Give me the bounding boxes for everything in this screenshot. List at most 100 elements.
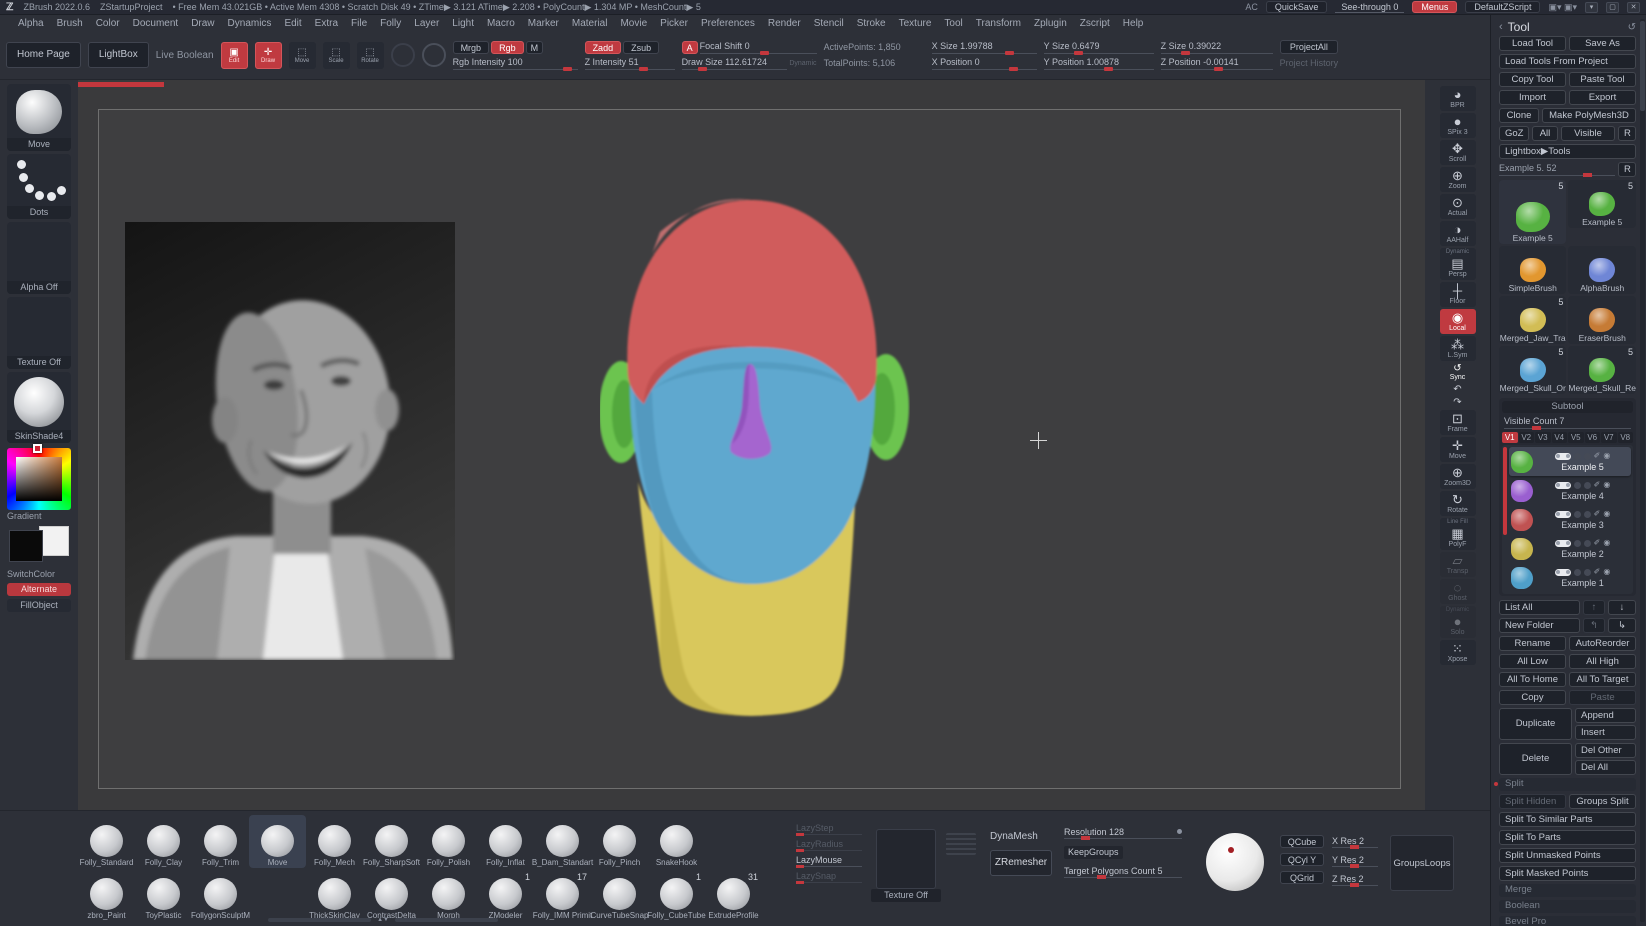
goz-visible-button[interactable]: Visible bbox=[1561, 126, 1615, 141]
load-tool-button[interactable]: Load Tool bbox=[1499, 36, 1566, 51]
brush-tray-item[interactable]: CurveTubeSnap bbox=[591, 868, 648, 921]
menu-item[interactable]: Layer bbox=[414, 18, 439, 29]
palette-icons[interactable]: ▣▾ ▣▾ bbox=[1548, 2, 1577, 13]
menu-item[interactable]: Stroke bbox=[857, 18, 886, 29]
load-tools-from-project-button[interactable]: Load Tools From Project bbox=[1499, 54, 1636, 69]
new-folder-button[interactable]: New Folder bbox=[1499, 618, 1580, 633]
keepgroups-toggle[interactable]: KeepGroups bbox=[1064, 846, 1123, 859]
all-high-button[interactable]: All High bbox=[1569, 654, 1636, 669]
menu-item[interactable]: Light bbox=[452, 18, 474, 29]
dynamic-subdiv-icon[interactable] bbox=[1574, 453, 1581, 460]
menu-item[interactable]: Dynamics bbox=[228, 18, 272, 29]
menu-item[interactable]: Folly bbox=[380, 18, 401, 29]
alternate-toggle[interactable]: Alternate bbox=[7, 583, 71, 596]
del-all-button[interactable]: Del All bbox=[1575, 760, 1636, 775]
saturation-square[interactable] bbox=[16, 457, 62, 501]
brush-tray-item[interactable]: Morph bbox=[420, 868, 477, 921]
lazy-slider[interactable]: LazyMouse bbox=[796, 855, 862, 867]
remesh-icon[interactable] bbox=[1584, 511, 1591, 518]
save-as-button[interactable]: Save As bbox=[1569, 36, 1636, 51]
see-through-slider[interactable]: See-through 0 bbox=[1335, 2, 1404, 13]
dynamic-subdiv-icon[interactable] bbox=[1574, 482, 1581, 489]
polypaint-toggle[interactable] bbox=[1555, 569, 1571, 576]
x-size-slider[interactable]: X Size 1.99788 bbox=[932, 41, 1037, 54]
gradient-label[interactable]: Gradient bbox=[7, 510, 71, 523]
stroke-tile[interactable]: Dots bbox=[7, 154, 71, 219]
alpha-tile[interactable]: Alpha Off bbox=[7, 222, 71, 294]
right-shelf-button[interactable]: ↶ bbox=[1440, 384, 1476, 395]
menu-item[interactable]: Color bbox=[96, 18, 120, 29]
eye-icon[interactable]: ◉ bbox=[1603, 510, 1610, 518]
right-shelf-button[interactable]: ⊡ Frame bbox=[1440, 410, 1476, 435]
menu-item[interactable]: Macro bbox=[487, 18, 515, 29]
close-button[interactable]: ✕ bbox=[1627, 2, 1640, 13]
x-res-slider[interactable]: X Res 2 bbox=[1332, 836, 1378, 848]
duplicate-button[interactable]: Duplicate bbox=[1499, 708, 1572, 740]
right-shelf-button[interactable]: Line Fill ▦ PolyF bbox=[1440, 518, 1476, 550]
z-size-slider[interactable]: Z Size 0.39022 bbox=[1161, 41, 1273, 54]
brush-tray-item[interactable]: Folly_SharpSoft bbox=[363, 815, 420, 868]
right-shelf-button[interactable]: ⁂ L.Sym bbox=[1440, 336, 1476, 361]
brush-tray-item[interactable]: 1 Folly_CubeTube bbox=[648, 868, 705, 921]
move-into-button[interactable]: ↳ bbox=[1608, 618, 1636, 633]
texture-off-label[interactable]: Texture Off bbox=[871, 889, 941, 902]
brush-tray-item[interactable]: ToyPlastic bbox=[135, 868, 192, 921]
resolution-slider[interactable]: Resolution 128 bbox=[1064, 827, 1182, 839]
menu-item[interactable]: Preferences bbox=[701, 18, 755, 29]
paint-icon[interactable]: ✐ bbox=[1594, 510, 1601, 518]
copy-subtool-button[interactable]: Copy bbox=[1499, 690, 1566, 705]
menu-item[interactable]: Texture bbox=[899, 18, 932, 29]
eye-icon[interactable]: ◉ bbox=[1603, 568, 1610, 576]
eye-icon[interactable]: ◉ bbox=[1603, 452, 1610, 460]
right-shelf-button[interactable]: ✛ Move bbox=[1440, 437, 1476, 462]
right-shelf-button[interactable]: Dynamic ● Solo bbox=[1440, 606, 1476, 638]
paint-icon[interactable]: ✐ bbox=[1594, 481, 1601, 489]
all-to-target-button[interactable]: All To Target bbox=[1569, 672, 1636, 687]
menu-item[interactable]: Alpha bbox=[18, 18, 44, 29]
boolean-section-header[interactable]: Boolean bbox=[1499, 900, 1636, 913]
right-shelf-button[interactable]: ⁙ Xpose bbox=[1440, 640, 1476, 665]
right-shelf-button[interactable]: ↻ Rotate bbox=[1440, 491, 1476, 516]
right-shelf-button[interactable]: ┼ Floor bbox=[1440, 282, 1476, 307]
brush-tray-item[interactable]: ContrastDelta bbox=[363, 868, 420, 921]
menu-item[interactable]: Transform bbox=[976, 18, 1021, 29]
right-shelf-button[interactable]: ◕ BPR bbox=[1440, 86, 1476, 111]
all-low-button[interactable]: All Low bbox=[1499, 654, 1566, 669]
subtool-row[interactable]: ✐ ◉ Example 5 bbox=[1509, 447, 1631, 476]
lazy-slider[interactable]: LazyStep bbox=[796, 823, 862, 835]
subtool-row[interactable]: ✐ ◉ Example 2 bbox=[1509, 534, 1631, 563]
right-shelf-button[interactable]: ◉ Local bbox=[1440, 309, 1476, 334]
remesh-icon[interactable] bbox=[1584, 482, 1591, 489]
merge-section-header[interactable]: Merge bbox=[1499, 884, 1636, 897]
active-tool-slider[interactable]: Example 5. 52 bbox=[1499, 162, 1615, 176]
remesh-icon[interactable] bbox=[1584, 453, 1591, 460]
move-mode-button[interactable]: ⬚Move bbox=[289, 42, 316, 69]
lightbox-button[interactable]: LightBox bbox=[88, 42, 149, 68]
polypaint-toggle[interactable] bbox=[1555, 511, 1571, 518]
brush-tray-item[interactable]: 31 ExtrudeProfile bbox=[705, 868, 762, 921]
tray-scrollbar[interactable]: ▲▼ bbox=[268, 917, 498, 923]
brush-tray-item[interactable]: Folly_Standard bbox=[78, 815, 135, 868]
paste-tool-button[interactable]: Paste Tool bbox=[1569, 72, 1636, 87]
split-unmasked-button[interactable]: Split Unmasked Points bbox=[1499, 848, 1636, 863]
tool-thumbnail[interactable]: EraserBrush bbox=[1568, 296, 1636, 344]
mrgb-toggle[interactable]: Mrgb bbox=[453, 41, 490, 54]
primary-color-swatch[interactable] bbox=[9, 530, 43, 562]
tool-thumbnail[interactable]: SimpleBrush bbox=[1499, 246, 1566, 294]
menu-item[interactable]: Extra bbox=[315, 18, 338, 29]
qcube-button[interactable]: QCube bbox=[1280, 835, 1324, 848]
move-out-button[interactable]: ↰ bbox=[1583, 618, 1605, 633]
insert-button[interactable]: Insert bbox=[1575, 725, 1636, 740]
lazy-slider[interactable]: LazyRadius bbox=[796, 839, 862, 851]
zadd-toggle[interactable]: Zadd bbox=[585, 41, 622, 54]
document-canvas[interactable] bbox=[78, 80, 1425, 810]
home-page-button[interactable]: Home Page bbox=[6, 42, 81, 68]
tool-thumbnail[interactable]: 5 Example 5 bbox=[1568, 180, 1636, 228]
visibility-tab[interactable]: V5 bbox=[1568, 432, 1584, 443]
menu-item[interactable]: Stencil bbox=[814, 18, 844, 29]
right-shelf-button[interactable]: ⊕ Zoom bbox=[1440, 167, 1476, 192]
goz-all-button[interactable]: All bbox=[1532, 126, 1558, 141]
append-button[interactable]: Append bbox=[1575, 708, 1636, 723]
subtool-row[interactable]: ✐ ◉ Example 4 bbox=[1509, 476, 1631, 505]
live-boolean-toggle[interactable]: Live Boolean bbox=[156, 50, 214, 61]
